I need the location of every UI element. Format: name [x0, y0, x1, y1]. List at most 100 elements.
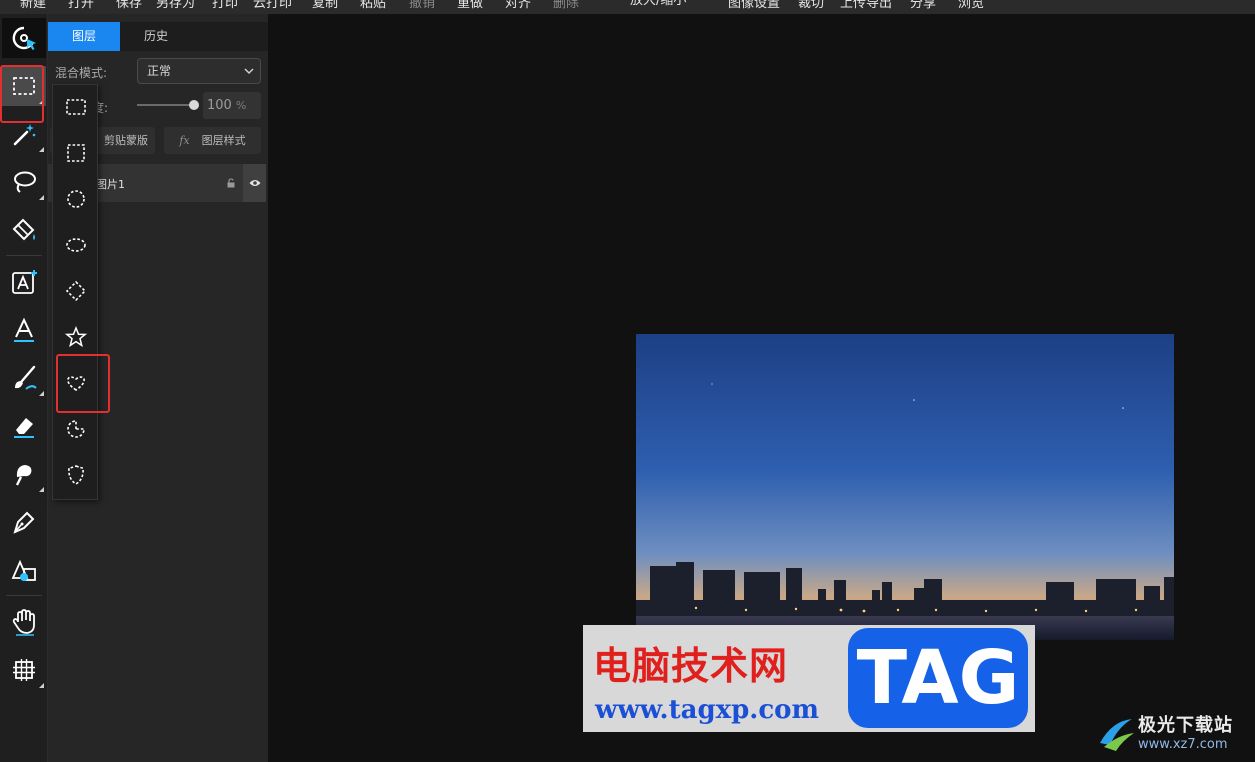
add-text-icon — [12, 270, 37, 294]
submenu-indicator — [39, 195, 44, 200]
smudge-tool[interactable] — [2, 454, 46, 494]
menu-image-settings[interactable]: 图像设置 — [728, 0, 780, 12]
tool-divider — [6, 255, 42, 256]
canvas-image[interactable] — [636, 334, 1174, 640]
shape-tool[interactable] — [2, 550, 46, 590]
ellipse-selection-icon — [66, 238, 86, 252]
menu-save[interactable]: 保存 — [116, 0, 142, 12]
menu-copy[interactable]: 复制 — [312, 0, 338, 12]
submenu-indicator — [39, 683, 44, 688]
star-selection-icon — [65, 326, 87, 348]
crop-grid-icon — [13, 659, 35, 681]
watermark-site-name: 电脑技术网 — [593, 644, 789, 688]
corner-logo-url: www.xz7.com — [1138, 737, 1228, 752]
heart-selection-option[interactable] — [57, 363, 95, 403]
clip-mask-label: 剪贴蒙版 — [104, 134, 148, 147]
select-cursor-icon — [12, 26, 36, 50]
layer-name: 图片1 — [96, 178, 125, 191]
circle-selection-option[interactable] — [57, 179, 95, 219]
menu-print[interactable]: 打印 — [212, 0, 238, 12]
menu-share[interactable]: 分享 — [910, 0, 936, 12]
panel-tabs: 图层 历史 — [48, 22, 268, 51]
magic-wand-icon — [13, 124, 36, 146]
paint-bucket-tool[interactable] — [2, 210, 46, 250]
pie-selection-icon — [67, 420, 85, 438]
rect-selection-option[interactable] — [57, 87, 95, 127]
submenu-indicator — [39, 147, 44, 152]
menu-new[interactable]: 新建 — [20, 0, 46, 12]
aurora-logo-icon — [1100, 719, 1134, 751]
selection-shape-flyout — [52, 84, 98, 500]
pen-tool[interactable] — [2, 502, 46, 542]
blend-mode-label: 混合模式: — [55, 66, 108, 80]
submenu-indicator — [39, 99, 44, 104]
lasso-tool[interactable] — [2, 162, 46, 202]
menu-delete[interactable]: 删除 — [553, 0, 579, 12]
submenu-indicator — [39, 391, 44, 396]
shield-selection-option[interactable] — [57, 455, 95, 495]
unlock-icon[interactable] — [226, 178, 236, 188]
menu-undo[interactable]: 撤销 — [409, 0, 435, 12]
layer-visibility-toggle[interactable] — [243, 164, 266, 202]
tab-layers[interactable]: 图层 — [48, 22, 120, 51]
menu-upload-export[interactable]: 上传导出 — [840, 0, 892, 12]
menu-align[interactable]: 对齐 — [505, 0, 531, 12]
pie-selection-option[interactable] — [57, 409, 95, 449]
star-selection-option[interactable] — [57, 317, 95, 357]
watermark-url: www.tagxp.com — [595, 695, 820, 725]
menu-save-as[interactable]: 另存为 — [156, 0, 195, 12]
pen-icon — [13, 511, 35, 534]
paint-bucket-icon — [12, 218, 35, 241]
marquee-tool[interactable] — [2, 66, 46, 106]
menu-bar: 新建 打开 保存 另存为 打印 云打印 复制 粘贴 撤销 重做 对齐 删除 放大… — [0, 0, 1255, 14]
site-watermark: 电脑技术网 www.tagxp.com TAG — [583, 625, 1035, 732]
opacity-input[interactable]: 100% — [203, 92, 261, 119]
hand-tool[interactable] — [2, 602, 46, 642]
menu-open[interactable]: 打开 — [68, 0, 94, 12]
menu-cloud-print[interactable]: 云打印 — [253, 0, 292, 12]
menu-browse[interactable]: 浏览 — [958, 0, 984, 12]
hand-icon — [12, 609, 35, 636]
opacity-value: 100 — [207, 98, 232, 113]
square-selection-icon — [67, 144, 85, 162]
layer-style-label: 图层样式 — [201, 134, 246, 147]
fx-icon: fx — [179, 134, 190, 147]
menu-crop[interactable]: 裁切 — [798, 0, 824, 12]
shape-icon — [11, 559, 36, 581]
blend-mode-select[interactable]: 正常 — [137, 58, 261, 84]
text-style-tool[interactable] — [2, 310, 46, 350]
add-text-tool[interactable] — [2, 262, 46, 302]
opacity-slider-track[interactable] — [137, 104, 195, 106]
opacity-slider-handle[interactable] — [189, 100, 199, 110]
crop-tool[interactable] — [2, 650, 46, 690]
lasso-icon — [14, 171, 36, 193]
menu-redo[interactable]: 重做 — [457, 0, 483, 12]
menu-zoom[interactable]: 放大/缩小 — [630, 0, 686, 9]
diamond-selection-icon — [65, 280, 87, 302]
brush-tool[interactable] — [2, 358, 46, 398]
eraser-icon — [14, 418, 34, 438]
opacity-unit: % — [235, 99, 247, 112]
brush-icon — [15, 365, 37, 390]
rect-marquee-icon — [13, 77, 35, 95]
shield-selection-icon — [68, 465, 84, 485]
diamond-selection-option[interactable] — [57, 271, 95, 311]
smudge-icon — [15, 465, 32, 486]
text-style-icon — [14, 317, 34, 342]
blend-mode-value: 正常 — [147, 64, 172, 78]
square-selection-option[interactable] — [57, 133, 95, 173]
watermark-tag-badge: TAG — [848, 628, 1028, 728]
eraser-tool[interactable] — [2, 406, 46, 446]
tool-bar — [0, 14, 48, 762]
tab-history[interactable]: 历史 — [120, 22, 192, 51]
rect-selection-icon — [66, 99, 86, 115]
magic-wand-tool[interactable] — [2, 114, 46, 154]
select-tool[interactable] — [2, 18, 46, 58]
city-night-photo — [636, 334, 1174, 640]
corner-logo-name: 极光下载站 — [1138, 715, 1233, 736]
ellipse-selection-option[interactable] — [57, 225, 95, 265]
circle-selection-icon — [67, 190, 85, 208]
menu-paste[interactable]: 粘贴 — [360, 0, 386, 12]
tool-divider — [6, 595, 42, 596]
layer-style-button[interactable]: fx 图层样式 — [164, 127, 261, 154]
